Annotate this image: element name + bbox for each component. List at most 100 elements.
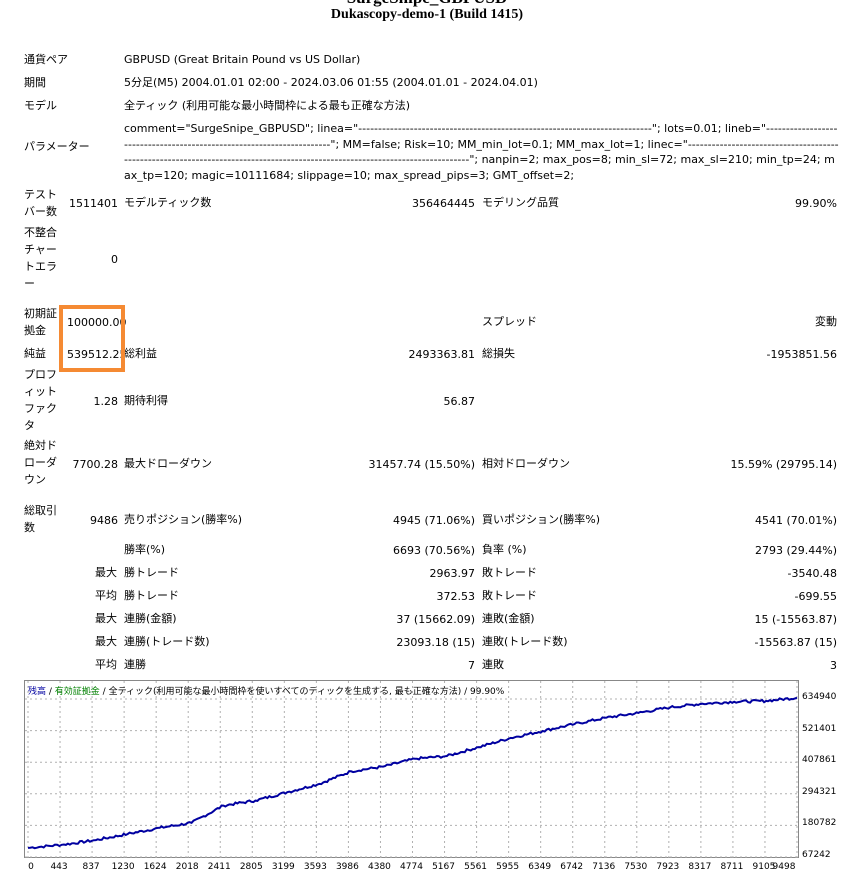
avg-consec-wins-value: 7 bbox=[468, 659, 475, 672]
average-profit-label: 勝トレード bbox=[124, 589, 179, 602]
y-tick-label: 180782 bbox=[802, 818, 837, 829]
max-consec-prefix: 最大 bbox=[95, 612, 117, 625]
mismatch-label: 不整合チャートエラー bbox=[24, 226, 57, 290]
consec-wins-amount-label: 連勝(金額) bbox=[124, 612, 177, 625]
total-trades-value: 9486 bbox=[90, 514, 118, 527]
avg-consec-losses-value: 3 bbox=[830, 659, 837, 672]
largest-loss-label: 敗トレード bbox=[482, 566, 537, 579]
average-loss-label: 敗トレード bbox=[482, 589, 537, 602]
quality-label: モデリング品質 bbox=[482, 196, 559, 209]
x-tick-label: 6742 bbox=[560, 862, 584, 872]
mismatch-value: 0 bbox=[111, 253, 118, 266]
consec-losses-count-value: -15563.87 (15) bbox=[754, 636, 837, 649]
max-consec-count-prefix: 最大 bbox=[95, 635, 117, 648]
balance-chart-svg bbox=[25, 681, 800, 859]
period-label: 期間 bbox=[24, 76, 46, 89]
x-tick-label: 4380 bbox=[368, 862, 391, 872]
x-tick-label: 6349 bbox=[528, 862, 552, 872]
chart-legend: 残高 / 有効証拠金 / 全ティック(利用可能な最小時間枠を使いすべてのティック… bbox=[28, 684, 504, 697]
symbol-value: GBPUSD (Great Britain Pound vs US Dollar… bbox=[124, 53, 361, 66]
x-tick-label: 5561 bbox=[464, 862, 488, 872]
consec-wins-count-value: 23093.18 (15) bbox=[396, 636, 475, 649]
largest-loss-value: -3540.48 bbox=[787, 567, 837, 580]
legend-equity: 有効証拠金 bbox=[54, 687, 100, 697]
consec-wins-amount-value: 37 (15662.09) bbox=[396, 613, 475, 626]
deposit-label: 初期証拠金 bbox=[24, 307, 57, 337]
largest-profit-value: 2963.97 bbox=[429, 567, 476, 580]
profit-trades-value: 6693 (70.56%) bbox=[392, 544, 475, 557]
ticks-value: 356464445 bbox=[412, 197, 475, 210]
expected-payoff-value: 56.87 bbox=[443, 395, 476, 408]
average-prefix: 平均 bbox=[95, 589, 117, 602]
params-label: パラメーター bbox=[24, 140, 90, 153]
legend-sep: / bbox=[99, 687, 109, 697]
legend-balance: 残高 bbox=[28, 687, 47, 697]
report-subtitle: Dukascopy-demo-1 (Build 1415) bbox=[330, 7, 524, 22]
y-tick-label: 67242 bbox=[802, 850, 831, 860]
long-positions-value: 4541 (70.01%) bbox=[754, 514, 837, 527]
average-loss-value: -699.55 bbox=[794, 590, 837, 603]
gross-loss-value: -1953851.56 bbox=[766, 348, 837, 361]
x-tick-label: 2018 bbox=[175, 862, 199, 872]
consec-wins-count-label: 連勝(トレード数) bbox=[124, 635, 210, 648]
rel-drawdown-label: 相対ドローダウン bbox=[482, 457, 570, 470]
model-value: 全ティック (利用可能な最小時間枠による最も正確な方法) bbox=[124, 99, 411, 112]
x-tick-label: 7530 bbox=[624, 862, 648, 872]
period-value: 5分足(M5) 2004.01.01 02:00 - 2024.03.06 01… bbox=[124, 76, 538, 89]
x-tick-label: 2411 bbox=[207, 862, 231, 872]
x-tick-label: 2805 bbox=[239, 862, 263, 872]
long-positions-label: 買いポジション(勝率%) bbox=[482, 513, 601, 526]
bars-label: テストバー数 bbox=[24, 188, 57, 218]
short-positions-value: 4945 (71.06%) bbox=[392, 514, 475, 527]
x-tick-label: 8317 bbox=[688, 862, 712, 872]
legend-sep: / bbox=[461, 687, 471, 697]
consec-losses-count-label: 連敗(トレード数) bbox=[482, 635, 568, 648]
net-label: 純益 bbox=[24, 347, 46, 360]
x-tick-label: 1624 bbox=[143, 862, 167, 872]
x-tick-label: 3199 bbox=[271, 862, 295, 872]
x-tick-label: 4774 bbox=[400, 862, 423, 872]
y-tick-label: 634940 bbox=[802, 692, 837, 702]
x-tick-label: 3986 bbox=[335, 862, 359, 872]
highlight-box bbox=[59, 305, 125, 372]
abs-drawdown-value: 7700.28 bbox=[72, 458, 119, 471]
legend-sep: / bbox=[46, 687, 55, 697]
gross-loss-label: 総損失 bbox=[482, 347, 515, 360]
y-tick-label: 521401 bbox=[802, 723, 837, 734]
x-tick-label: 3593 bbox=[303, 862, 327, 872]
bars-value: 1511401 bbox=[69, 197, 118, 210]
max-drawdown-value: 31457.74 (15.50%) bbox=[368, 458, 475, 471]
x-tick-label: 8711 bbox=[720, 862, 744, 872]
loss-trades-value: 2793 (29.44%) bbox=[754, 544, 837, 557]
rel-drawdown-value: 15.59% (29795.14) bbox=[730, 458, 837, 471]
gross-profit-label: 総利益 bbox=[124, 347, 157, 360]
x-tick-label: 7136 bbox=[592, 862, 616, 872]
balance-chart bbox=[24, 680, 800, 859]
x-tick-label: 7923 bbox=[656, 862, 680, 872]
loss-trades-label: 負率 (%) bbox=[482, 543, 527, 556]
short-positions-label: 売りポジション(勝率%) bbox=[124, 513, 243, 526]
x-tick-label: 5167 bbox=[432, 862, 455, 872]
spread-value: 変動 bbox=[815, 315, 837, 328]
consec-losses-amount-label: 連敗(金額) bbox=[482, 612, 535, 625]
expected-payoff-label: 期待利得 bbox=[124, 394, 168, 407]
average-profit-value: 372.53 bbox=[436, 590, 476, 603]
legend-quality: 99.90% bbox=[470, 687, 505, 697]
max-drawdown-label: 最大ドローダウン bbox=[124, 457, 212, 470]
x-tick-label: 1230 bbox=[111, 862, 135, 872]
x-tick-label: 0 bbox=[28, 862, 34, 872]
legend-model: 全ティック(利用可能な最小時間枠を使いすべてのティックを生成する, 最も正確な方… bbox=[108, 687, 462, 697]
y-tick-label: 407861 bbox=[802, 755, 837, 766]
x-tick-label: 837 bbox=[82, 862, 100, 872]
profit-factor-value: 1.28 bbox=[93, 395, 119, 408]
params-value: comment="SurgeSnipe_GBPUSD"; linea="----… bbox=[124, 122, 839, 182]
profit-trades-label: 勝率(%) bbox=[124, 543, 166, 556]
average-consec-prefix: 平均 bbox=[95, 658, 117, 671]
x-tick-label: 443 bbox=[50, 862, 68, 872]
total-trades-label: 総取引数 bbox=[24, 504, 57, 534]
symbol-label: 通貨ペア bbox=[24, 53, 68, 66]
consec-losses-amount-value: 15 (-15563.87) bbox=[754, 613, 837, 626]
y-tick-label: 294321 bbox=[802, 786, 837, 797]
profit-factor-label: プロフィットファクタ bbox=[24, 368, 57, 432]
ticks-label: モデルティック数 bbox=[124, 196, 212, 209]
